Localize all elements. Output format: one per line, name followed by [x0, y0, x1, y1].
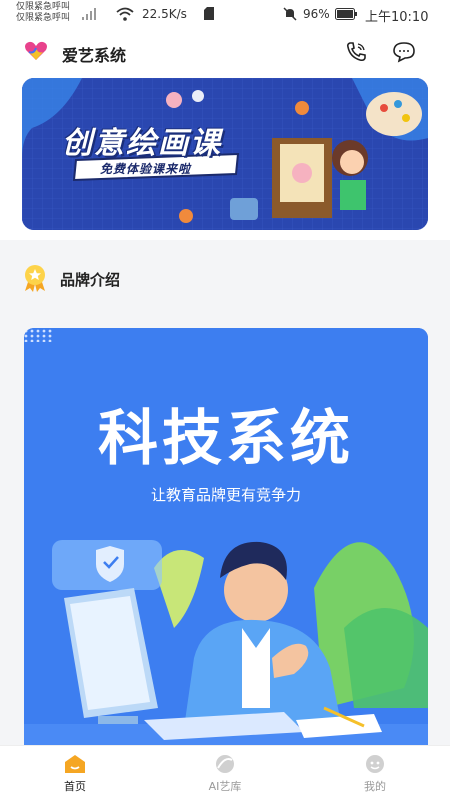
status-bar: 仅限紧急呼叫 仅限紧急呼叫 22.5K/s 96% 上午10:10 [0, 0, 450, 30]
nav-item-profile[interactable]: 我的 [300, 746, 450, 800]
nav-label-ai-library: AI艺库 [208, 780, 242, 793]
carrier-line-1: 仅限紧急呼叫 [16, 2, 71, 12]
logo-heart-icon [25, 41, 47, 60]
carrier-text: 仅限紧急呼叫 仅限紧急呼叫 [16, 2, 70, 24]
banner-subtitle: 免费体验课来啦 [100, 162, 192, 176]
phone-icon[interactable] [344, 40, 368, 64]
battery-icon [335, 8, 357, 20]
wifi-icon [116, 7, 134, 21]
clock: 上午10:10 [365, 10, 429, 25]
nav-item-home[interactable]: 首页 [0, 746, 150, 800]
banner-title: 创意绘画课 [62, 126, 222, 161]
mute-bell-icon [283, 7, 297, 21]
battery-percent: 96% [303, 7, 330, 21]
carrier-line-2: 仅限紧急呼叫 [16, 13, 71, 23]
brand-poster[interactable]: 科技系统 让教育品牌更有竞争力 [24, 328, 428, 768]
home-icon [65, 755, 85, 773]
profile-icon [366, 755, 384, 773]
nav-label-home: 首页 [64, 780, 86, 793]
promo-banner[interactable]: 创意绘画课 免费体验课来啦 [22, 78, 428, 230]
app-title: 爱艺系统 [62, 46, 127, 65]
ai-library-icon [216, 755, 234, 773]
section-header: 品牌介绍 [0, 258, 450, 298]
poster-subtitle: 让教育品牌更有竞争力 [150, 486, 301, 504]
nav-item-ai-library[interactable]: AI艺库 [150, 746, 300, 800]
signal-icon [82, 8, 96, 20]
medal-icon [25, 265, 45, 292]
net-speed: 22.5K/s [142, 7, 187, 21]
section-title: 品牌介绍 [60, 271, 121, 289]
app-header: 爱艺系统 [0, 30, 450, 74]
bottom-nav: 首页 AI艺库 我的 [0, 745, 450, 800]
poster-title: 科技系统 [98, 404, 354, 474]
sim-icon [204, 7, 214, 20]
dots-decoration-right [24, 329, 52, 342]
nav-label-profile: 我的 [364, 780, 386, 793]
chat-bubble-icon[interactable] [392, 40, 416, 64]
